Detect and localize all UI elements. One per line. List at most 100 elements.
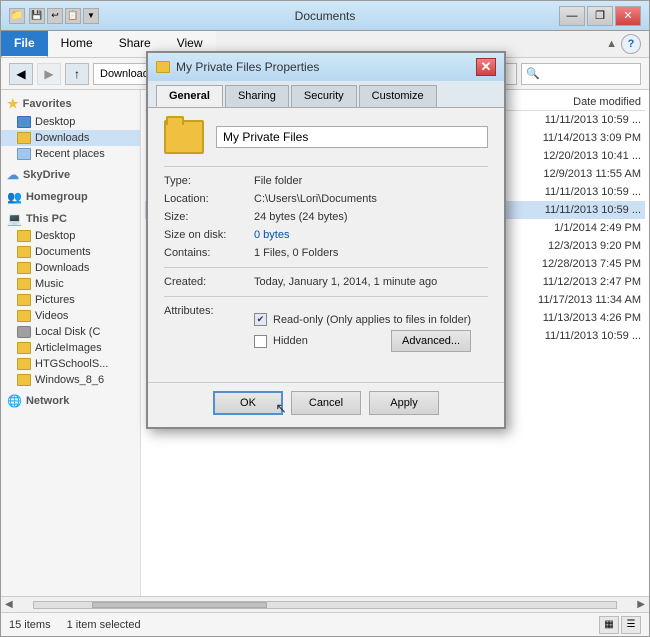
contains-value: 1 Files, 0 Folders (254, 247, 338, 259)
scrollbar-track[interactable] (33, 601, 618, 609)
sidebar-item-music[interactable]: Music (1, 276, 140, 292)
created-row: Created: Today, January 1, 2014, 1 minut… (164, 276, 488, 288)
item-count: 15 items (9, 619, 51, 631)
save-quick-icon[interactable]: 💾 (29, 8, 45, 24)
file-item-date: 11/12/2013 2:47 PM (543, 276, 641, 288)
apply-button[interactable]: Apply (369, 391, 439, 415)
dialog-close-button[interactable]: ✕ (476, 58, 496, 76)
sidebar-item-downloads-pc[interactable]: Downloads (1, 260, 140, 276)
tab-file[interactable]: File (1, 31, 48, 57)
readonly-row: ✔ Read-only (Only applies to files in fo… (254, 313, 471, 326)
dialog-tab-sharing[interactable]: Sharing (225, 85, 289, 107)
list-view-button[interactable]: ▦ (599, 616, 619, 634)
back-button[interactable]: ◀ (9, 63, 33, 85)
sidebar-thispc-header[interactable]: 💻 This PC (1, 210, 140, 228)
hidden-label: Hidden (273, 335, 385, 347)
scroll-left-arrow[interactable]: ◀ (5, 599, 13, 610)
htgschool-icon (17, 358, 31, 370)
minimize-button[interactable]: — (559, 6, 585, 26)
dialog-tab-customize[interactable]: Customize (359, 85, 437, 107)
dialog-tab-general[interactable]: General (156, 85, 223, 107)
sidebar-item-downloads-fav[interactable]: Downloads (1, 130, 140, 146)
up-button[interactable]: ↑ (65, 63, 89, 85)
videos-icon (17, 310, 31, 322)
main-window: 📁 💾 ↩ 📋 ▼ Documents — ❐ ✕ File Home Shar… (0, 0, 650, 637)
close-button[interactable]: ✕ (615, 6, 641, 26)
sidebar-skydrive-header[interactable]: ☁ SkyDrive (1, 166, 140, 184)
sidebar-item-label: ArticleImages (35, 342, 102, 354)
dropdown-quick-icon[interactable]: ▼ (83, 8, 99, 24)
date-modified-header: Date modified (573, 96, 641, 108)
sidebar-item-desktop-fav[interactable]: Desktop (1, 114, 140, 130)
hidden-checkbox[interactable] (254, 335, 267, 348)
undo-quick-icon[interactable]: ↩ (47, 8, 63, 24)
sidebar-network-header[interactable]: 🌐 Network (1, 392, 140, 410)
sidebar-section-thispc: 💻 This PC Desktop Documents Downloads (1, 210, 140, 388)
folder-header (164, 120, 488, 154)
windows86-icon (17, 374, 31, 386)
folder-name-input[interactable] (216, 126, 488, 148)
sidebar-item-label: Downloads (35, 262, 89, 274)
dialog-tab-security[interactable]: Security (291, 85, 357, 107)
scroll-right-arrow[interactable]: ▶ (637, 599, 645, 610)
dialog-folder-icon (156, 61, 170, 73)
size-disk-row: Size on disk: 0 bytes (164, 229, 488, 241)
location-label: Location: (164, 193, 254, 205)
ok-button[interactable]: OK ↖ (213, 391, 283, 415)
sidebar-item-videos[interactable]: Videos (1, 308, 140, 324)
sidebar-section-homegroup: 👥 Homegroup (1, 188, 140, 206)
divider-1 (164, 166, 488, 167)
forward-button[interactable]: ▶ (37, 63, 61, 85)
sidebar-item-recentplaces[interactable]: Recent places (1, 146, 140, 162)
favorites-label: Favorites (23, 98, 72, 110)
sidebar-item-documents-pc[interactable]: Documents (1, 244, 140, 260)
scrollbar-thumb[interactable] (92, 602, 267, 608)
pc-icon: 💻 (7, 212, 22, 226)
pictures-icon (17, 294, 31, 306)
contains-label: Contains: (164, 247, 254, 259)
network-icon: 🌐 (7, 394, 22, 408)
dialog-content: Type: File folder Location: C:\Users\Lor… (148, 108, 504, 374)
tab-home[interactable]: Home (48, 31, 106, 57)
details-view-button[interactable]: ☰ (621, 616, 641, 634)
sidebar-item-label: Pictures (35, 294, 75, 306)
restore-button[interactable]: ❐ (587, 6, 613, 26)
recentplaces-icon (17, 148, 31, 160)
advanced-button[interactable]: Advanced... (391, 330, 471, 352)
sidebar-item-desktop-pc[interactable]: Desktop (1, 228, 140, 244)
size-disk-value: 0 bytes (254, 229, 289, 241)
file-item-date: 12/28/2013 7:45 PM (542, 258, 641, 270)
sidebar-section-network: 🌐 Network (1, 392, 140, 410)
readonly-checkbox[interactable]: ✔ (254, 313, 267, 326)
big-folder-icon (164, 120, 204, 154)
hidden-row: Hidden Advanced... (254, 330, 471, 352)
homegroup-label: Homegroup (26, 191, 88, 203)
sidebar-item-label: Desktop (35, 230, 75, 242)
dialog-title-bar: My Private Files Properties ✕ (148, 53, 504, 81)
attributes-row: Attributes: ✔ Read-only (Only applies to… (164, 305, 488, 356)
music-icon (17, 278, 31, 290)
readonly-label: Read-only (Only applies to files in fold… (273, 314, 471, 326)
file-item-date: 11/11/2013 10:59 ... (545, 186, 641, 198)
properties-quick-icon[interactable]: 📋 (65, 8, 81, 24)
sidebar-item-label: Local Disk (C (35, 326, 100, 338)
search-icon: 🔍 (526, 67, 540, 80)
title-bar: 📁 💾 ↩ 📋 ▼ Documents — ❐ ✕ (1, 1, 649, 31)
sidebar-item-windows86[interactable]: Windows_8_6 (1, 372, 140, 388)
help-button[interactable]: ? (621, 34, 641, 54)
horizontal-scrollbar[interactable]: ◀ ▶ (1, 596, 649, 612)
sidebar-item-localdisk[interactable]: Local Disk (C (1, 324, 140, 340)
sidebar-item-pictures[interactable]: Pictures (1, 292, 140, 308)
sidebar-homegroup-header[interactable]: 👥 Homegroup (1, 188, 140, 206)
window-controls: — ❐ ✕ (559, 6, 641, 26)
sidebar-item-label: Desktop (35, 116, 75, 128)
thispc-label: This PC (26, 213, 67, 225)
properties-dialog: My Private Files Properties ✕ General Sh… (146, 51, 506, 429)
articleimages-icon (17, 342, 31, 354)
cancel-button[interactable]: Cancel (291, 391, 361, 415)
search-box[interactable]: 🔍 (521, 63, 641, 85)
sidebar-item-articleimages[interactable]: ArticleImages (1, 340, 140, 356)
sidebar-favorites-header[interactable]: ★ Favorites (1, 94, 140, 114)
sidebar-item-htgschool[interactable]: HTGSchoolS... (1, 356, 140, 372)
downloads-fav-icon (17, 132, 31, 144)
